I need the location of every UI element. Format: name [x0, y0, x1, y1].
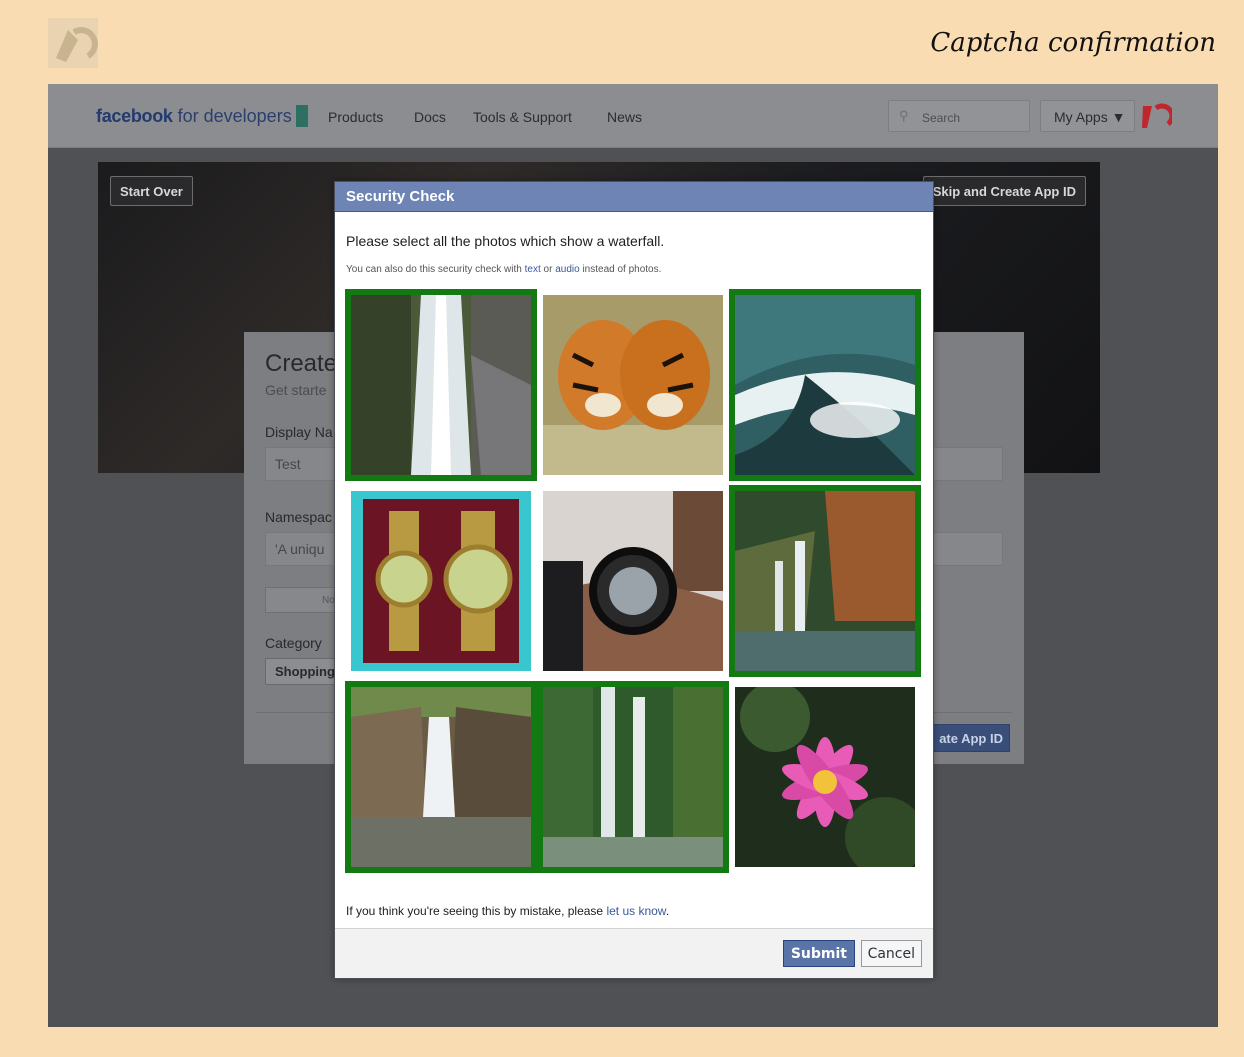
mistake-end: . — [665, 904, 670, 918]
watches-photo-icon — [351, 491, 531, 671]
waterfall-photo-icon — [735, 295, 915, 475]
waterfall-photo-icon — [735, 491, 915, 671]
fb-developers-logo[interactable]: facebook for developers — [96, 105, 308, 127]
avatar[interactable] — [1140, 100, 1175, 132]
alt-suffix: instead of photos. — [579, 264, 662, 275]
security-check-dialog: Security Check Please select all the pho… — [334, 181, 934, 979]
category-label: Category — [265, 635, 322, 651]
alt-or: or — [540, 264, 556, 275]
captcha-photo-9[interactable] — [729, 681, 921, 873]
brand-rest: for developers — [172, 106, 292, 126]
captcha-photo-3[interactable] — [729, 289, 921, 481]
waterfall-photo-icon — [351, 687, 531, 867]
dialog-title: Security Check — [335, 182, 933, 212]
fb-navbar: facebook for developers Products Docs To… — [48, 84, 1218, 148]
waterfall-photo-icon — [543, 687, 723, 867]
search-placeholder: Search — [922, 111, 961, 125]
captcha-photo-8[interactable] — [537, 681, 729, 873]
page-title: Captcha confirmation — [930, 28, 1216, 58]
audio-check-link[interactable]: audio — [555, 264, 579, 275]
skip-create-app-button[interactable]: Skip and Create App ID — [922, 176, 1086, 206]
brand-block-icon — [295, 105, 308, 127]
namespace-label: Namespac — [265, 509, 332, 525]
captcha-question: Please select all the photos which show … — [346, 233, 665, 249]
mistake-note: If you think you're seeing this by mista… — [346, 904, 669, 918]
captcha-photo-grid — [345, 289, 922, 875]
brand-logo-icon — [48, 18, 98, 68]
wristwatch-photo-icon — [543, 491, 723, 671]
display-name-label: Display Na — [265, 424, 333, 440]
search-icon: ⚲ — [899, 108, 909, 123]
captcha-photo-4[interactable] — [345, 485, 537, 677]
create-title: Create — [265, 350, 338, 377]
submit-button[interactable]: Submit — [782, 940, 855, 967]
tigers-photo-icon — [543, 295, 723, 475]
captcha-photo-1[interactable] — [345, 289, 537, 481]
my-apps-dropdown[interactable]: My Apps ▼ — [1040, 100, 1135, 132]
let-us-know-link[interactable]: let us know — [606, 904, 665, 918]
waterfall-photo-icon — [351, 295, 531, 475]
dialog-button-bar: Submit Cancel — [335, 928, 933, 978]
create-subtitle: Get starte — [265, 382, 327, 398]
captcha-photo-7[interactable] — [345, 681, 537, 873]
text-check-link[interactable]: text — [525, 264, 541, 275]
nav-tools-support[interactable]: Tools & Support — [473, 109, 572, 125]
cancel-button[interactable]: Cancel — [860, 940, 922, 967]
brand-bold: facebook — [96, 106, 173, 126]
alternative-check-text: You can also do this security check with… — [346, 264, 661, 275]
nav-products[interactable]: Products — [328, 109, 383, 125]
nav-news[interactable]: News — [607, 109, 642, 125]
captcha-photo-2[interactable] — [537, 289, 729, 481]
nav-docs[interactable]: Docs — [414, 109, 446, 125]
captcha-photo-5[interactable] — [537, 485, 729, 677]
captcha-photo-6[interactable] — [729, 485, 921, 677]
search-input[interactable]: ⚲ Search — [888, 100, 1030, 132]
mistake-text: If you think you're seeing this by mista… — [346, 904, 607, 918]
alt-prefix: You can also do this security check with — [346, 264, 525, 275]
lotus-flower-photo-icon — [735, 687, 915, 867]
start-over-button[interactable]: Start Over — [110, 176, 193, 206]
